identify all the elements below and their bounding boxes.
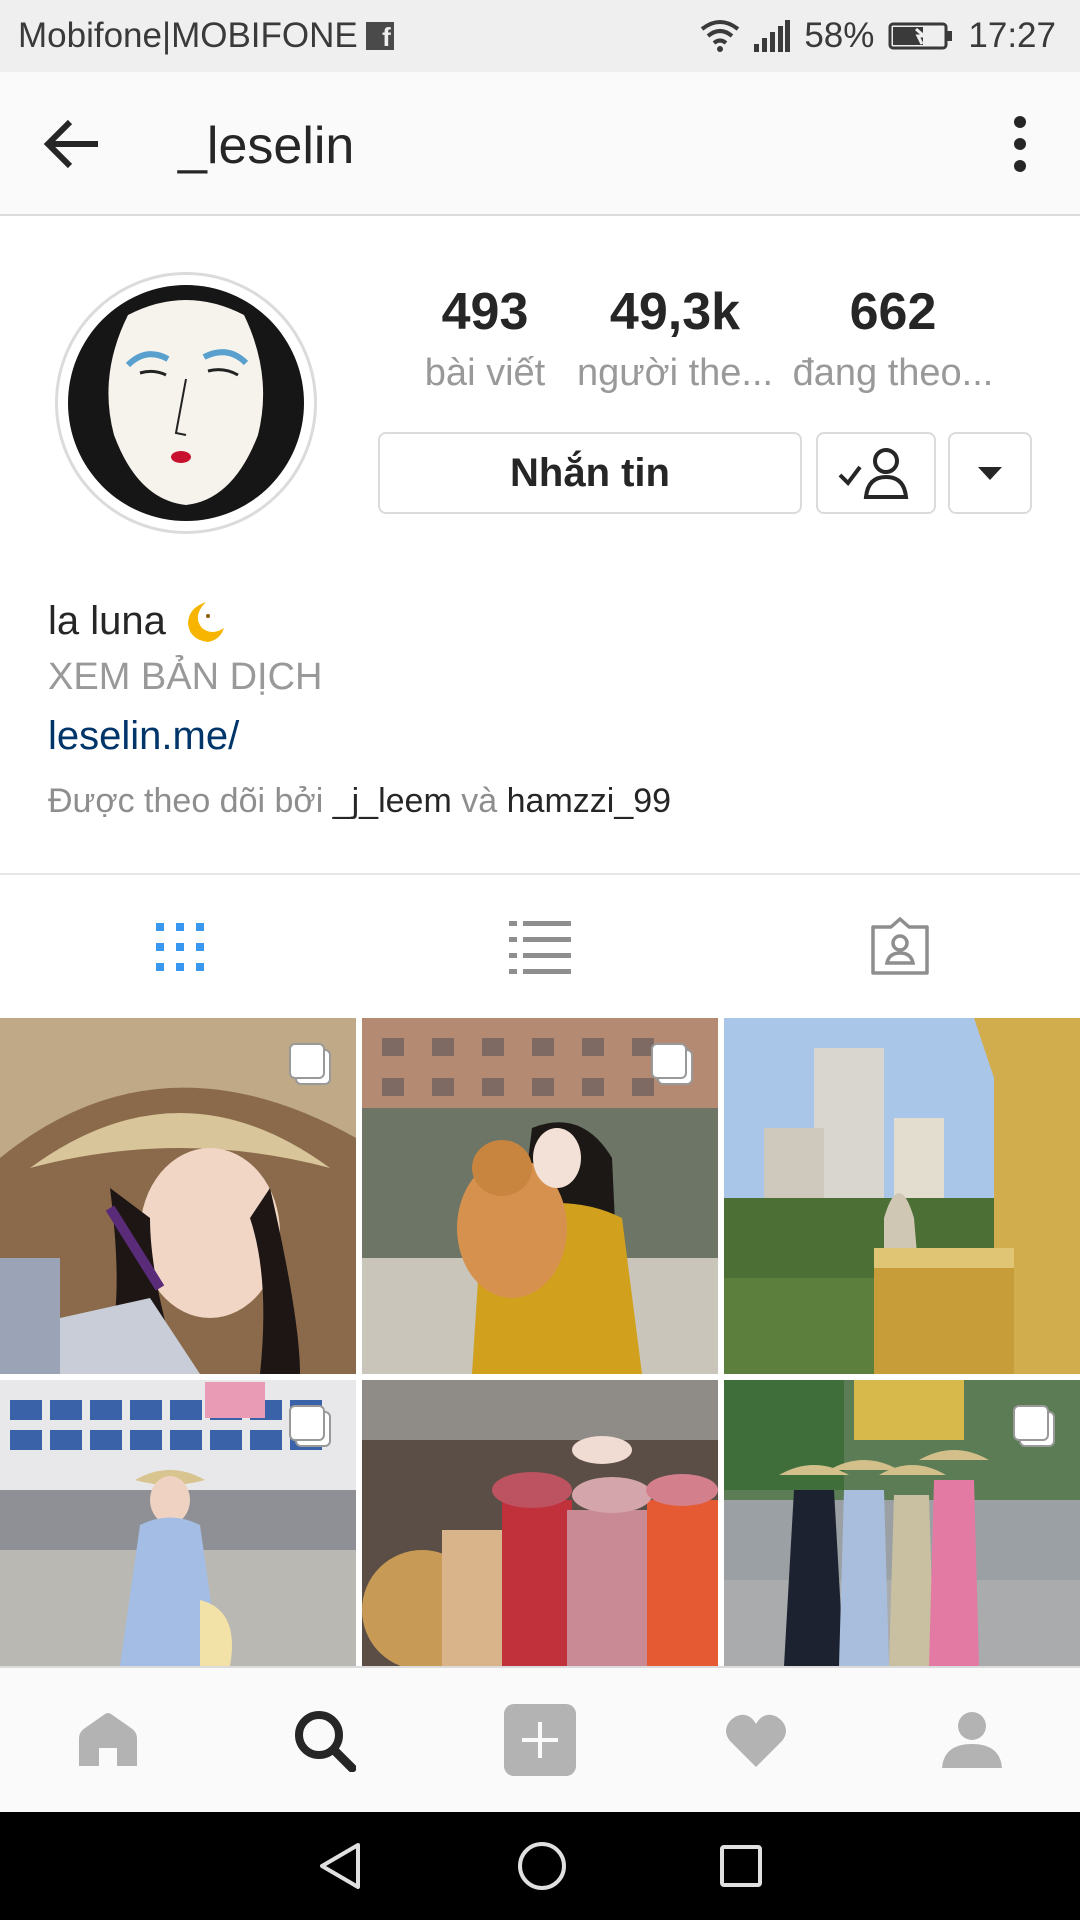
nav-add-post[interactable] (432, 1668, 648, 1812)
battery-percent: 58% (804, 16, 875, 55)
photo-tile-4[interactable] (0, 1380, 356, 1666)
status-bar: Mobifone|MOBIFONE f 58% 17:27 (0, 0, 1080, 72)
multiple-photos-icon (651, 1043, 693, 1085)
bottom-nav (0, 1666, 1080, 1812)
profile-icon (942, 1712, 1002, 1768)
facebook-icon: f (365, 22, 394, 50)
avatar-ring[interactable] (55, 272, 317, 534)
multiple-photos-icon (1013, 1405, 1055, 1447)
website-link[interactable]: leselin.me/ (48, 714, 239, 759)
followed-by-joiner: và (461, 782, 498, 820)
back-button[interactable] (36, 108, 108, 180)
profile-tabs (0, 876, 1080, 1018)
following-button[interactable] (816, 432, 936, 514)
signal-icon (754, 20, 791, 52)
followed-by-user-1[interactable]: _j_leem (333, 782, 452, 820)
grid-icon (156, 923, 204, 971)
wifi-icon (701, 20, 740, 52)
stat-following-value: 662 (849, 283, 937, 341)
profile-stats: 493 bài viết 49,3k người the... 662 đang… (400, 282, 1040, 395)
recents-square-icon[interactable] (718, 1843, 764, 1889)
multiple-photos-icon (289, 1043, 331, 1085)
tab-tagged[interactable] (720, 876, 1080, 1018)
nav-search[interactable] (216, 1668, 432, 1812)
tab-list[interactable] (360, 876, 720, 1018)
stat-following-label: đang theo... (792, 352, 994, 394)
nav-activity[interactable] (648, 1668, 864, 1812)
tagged-icon (871, 917, 929, 975)
list-icon (509, 921, 571, 974)
carrier-name: Mobifone|MOBIFONE (18, 16, 358, 55)
stat-followers[interactable]: 49,3k người the... (570, 282, 780, 395)
bio-name: la luna (48, 598, 226, 644)
system-navigation-bar (0, 1812, 1080, 1920)
chevron-down-icon (978, 467, 1002, 480)
more-vertical-icon (1014, 116, 1026, 172)
stat-posts-value: 493 (441, 283, 529, 341)
stat-followers-value: 49,3k (609, 283, 741, 341)
page-title: _leselin (178, 117, 355, 175)
carrier-group: Mobifone|MOBIFONE f (18, 16, 394, 56)
stat-followers-label: người the... (576, 352, 774, 394)
more-options-button[interactable] (984, 108, 1056, 180)
back-arrow-icon (43, 119, 98, 169)
divider (0, 873, 1080, 875)
moon-emoji-icon (187, 602, 224, 642)
multiple-photos-icon (289, 1405, 331, 1447)
stat-posts-label: bài viết (424, 352, 546, 394)
stat-following[interactable]: 662 đang theo... (780, 282, 1006, 395)
search-icon (295, 1711, 356, 1772)
photo-tile-1[interactable] (0, 1018, 356, 1374)
see-translation-link[interactable]: XEM BẢN DỊCH (48, 656, 322, 699)
photo-tile-2[interactable] (362, 1018, 718, 1374)
bio-name-text: la luna (48, 598, 166, 643)
add-post-icon (504, 1704, 576, 1776)
battery-charging-icon (888, 22, 953, 50)
clock: 17:27 (968, 16, 1056, 55)
status-right: 58% 17:27 (700, 16, 1056, 56)
followed-by-user-2[interactable]: hamzzi_99 (507, 782, 671, 820)
photo-tile-3[interactable] (724, 1018, 1080, 1374)
nav-profile[interactable] (864, 1668, 1080, 1812)
tab-grid[interactable] (0, 876, 360, 1018)
nav-home[interactable] (0, 1668, 216, 1812)
message-button[interactable]: Nhắn tin (378, 432, 802, 514)
user-check-icon (838, 448, 909, 499)
suggestions-dropdown-button[interactable] (948, 432, 1032, 514)
profile-header: _leselin (0, 72, 1080, 216)
back-triangle-icon[interactable] (316, 1841, 366, 1891)
photo-tile-5[interactable] (362, 1380, 718, 1666)
stat-posts[interactable]: 493 bài viết (400, 282, 570, 395)
heart-icon (726, 1714, 786, 1767)
home-icon (79, 1713, 137, 1766)
photo-tile-6[interactable] (724, 1380, 1080, 1666)
home-circle-icon[interactable] (516, 1840, 568, 1892)
followed-by-prefix: Được theo dõi bởi (48, 782, 324, 820)
avatar (68, 285, 304, 521)
followed-by: Được theo dõi bởi _j_leem và hamzzi_99 (48, 782, 671, 821)
